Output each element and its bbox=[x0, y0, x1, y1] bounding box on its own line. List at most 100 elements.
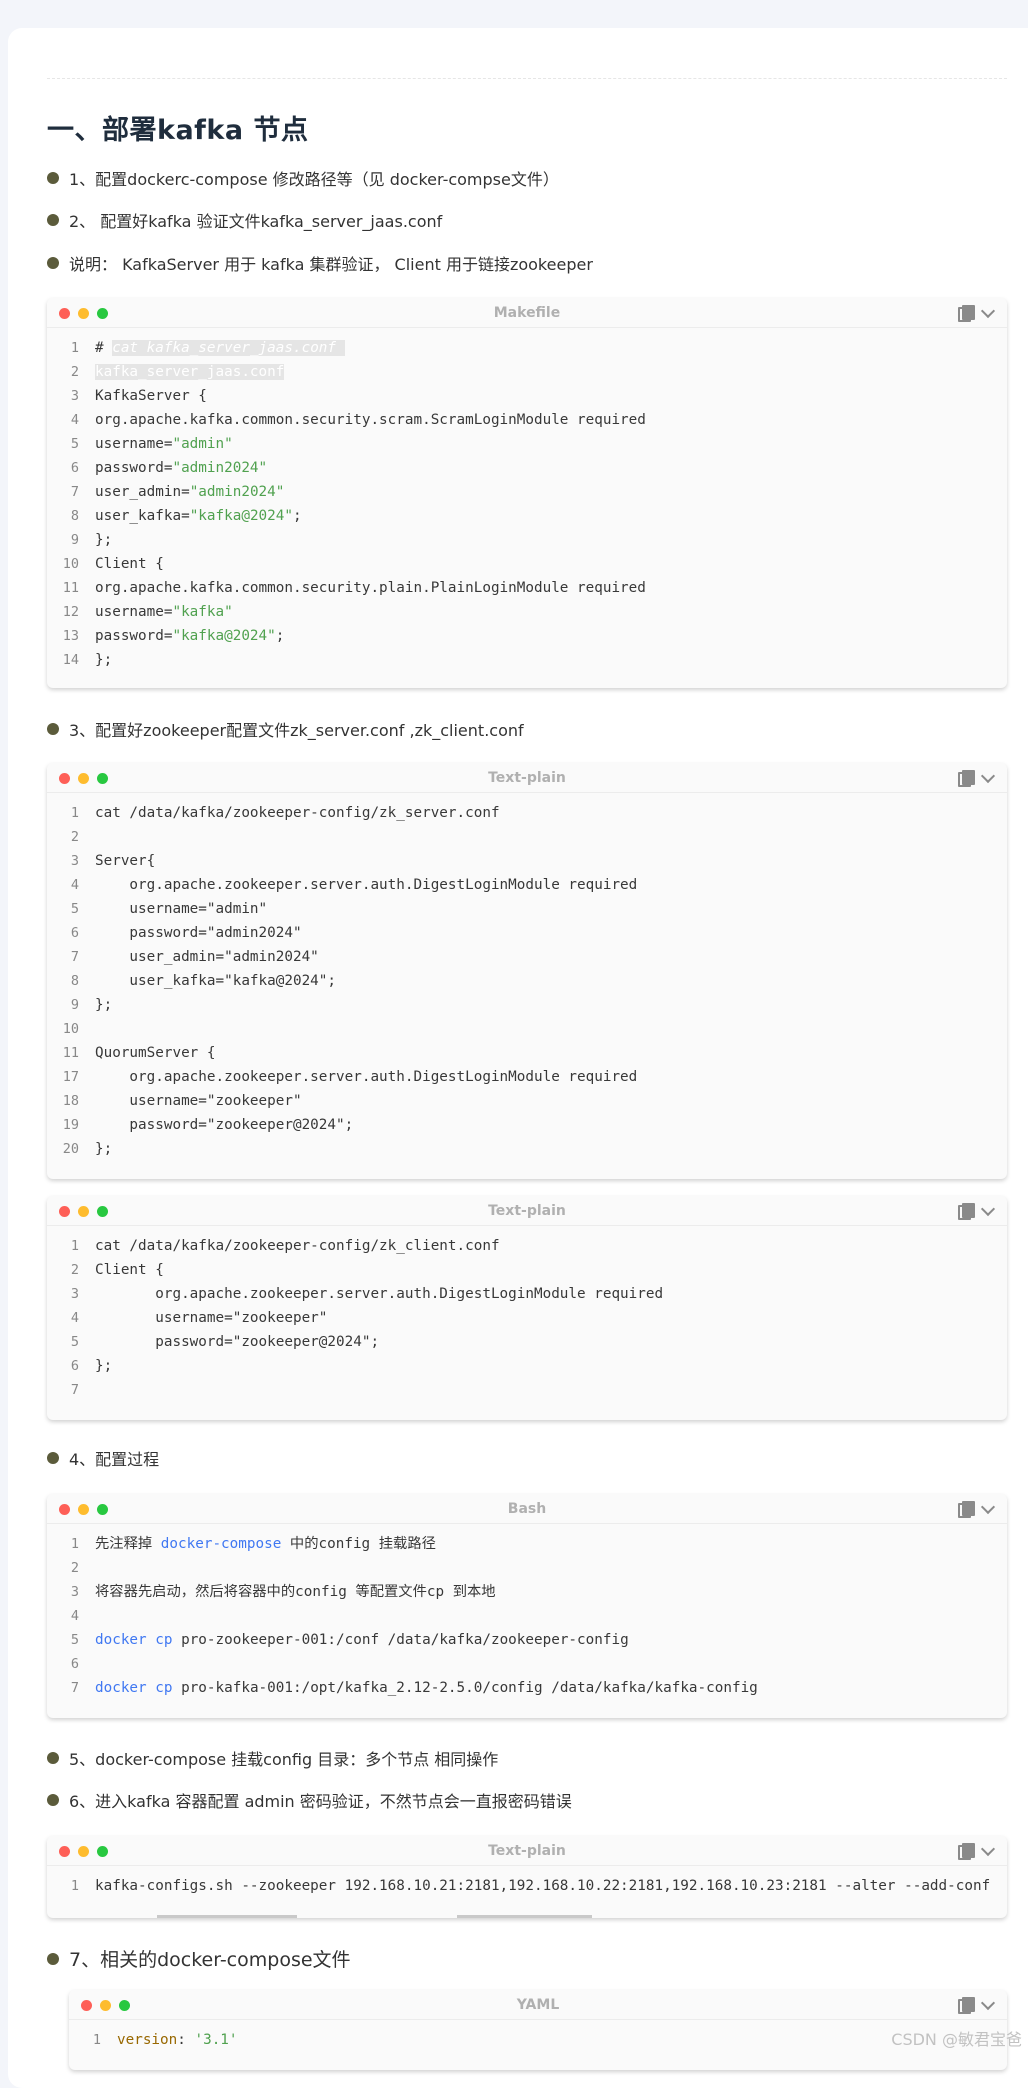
code-lines: 1 cat /data/kafka/zookeeper-config/zk_ser… bbox=[47, 793, 1007, 1161]
code-token: }; bbox=[95, 652, 113, 668]
code-line: 1 kafka-configs.sh --zookeeper 192.168.10… bbox=[47, 1874, 1007, 1898]
code-line: 4 org.apache.zookeeper.server.auth.Diges… bbox=[47, 873, 1007, 897]
code-token: password="zookeeper@2024"; bbox=[95, 1117, 354, 1133]
code-block-zk-client: Text-plain 1 cat /data/kafka/zookeeper-con… bbox=[47, 1196, 1007, 1420]
code-text: QuorumServer { bbox=[95, 1041, 216, 1065]
code-text: version: '3.1' bbox=[117, 2028, 238, 2052]
line-number: 6 bbox=[70, 1656, 79, 1672]
line-number: 8 bbox=[70, 973, 79, 989]
scrollbar-thumb[interactable] bbox=[457, 1915, 592, 1918]
copy-icon[interactable] bbox=[958, 1997, 975, 2014]
code-line: 10 Client { bbox=[47, 552, 1007, 576]
code-text: kafka-configs.sh --zookeeper 192.168.10.… bbox=[95, 1874, 990, 1898]
copy-icon[interactable] bbox=[958, 1501, 975, 1518]
code-block-header: Text-plain bbox=[47, 763, 1007, 793]
code-line: 2 bbox=[47, 1556, 1007, 1580]
copy-icon[interactable] bbox=[958, 1203, 975, 1220]
code-token: "admin2024" bbox=[189, 484, 285, 500]
code-text: user_admin="admin2024" bbox=[95, 945, 319, 969]
code-token: password="admin2024" bbox=[95, 925, 302, 941]
code-text: org.apache.kafka.common.security.scram.S… bbox=[95, 408, 646, 432]
code-token: username= bbox=[95, 436, 173, 452]
line-number: 3 bbox=[70, 1584, 79, 1600]
line-number: 6 bbox=[70, 460, 79, 476]
code-token: username="zookeeper" bbox=[95, 1310, 328, 1326]
code-token: docker-compose bbox=[160, 1536, 282, 1552]
code-token: "kafka" bbox=[172, 604, 233, 620]
line-number: 5 bbox=[70, 1632, 79, 1648]
code-line: 11 QuorumServer { bbox=[47, 1041, 1007, 1065]
code-line: 11 org.apache.kafka.common.security.plain… bbox=[47, 576, 1007, 600]
code-block-header: Text-plain bbox=[47, 1196, 1007, 1226]
code-line: 4 bbox=[47, 1604, 1007, 1628]
chevron-down-icon[interactable] bbox=[980, 768, 996, 783]
code-text: username="zookeeper" bbox=[95, 1089, 301, 1113]
line-number: 12 bbox=[62, 604, 79, 620]
line-number: 20 bbox=[62, 1141, 79, 1157]
code-line: 3 org.apache.zookeeper.server.auth.Diges… bbox=[47, 1282, 1007, 1306]
code-line: 3 KafkaServer { bbox=[47, 384, 1007, 408]
code-line: 1 cat /data/kafka/zookeeper-config/zk_cli… bbox=[47, 1234, 1007, 1258]
list-item: 7、相关的docker-compose文件 bbox=[47, 1945, 351, 1972]
line-number: 7 bbox=[70, 1680, 79, 1696]
copy-icon[interactable] bbox=[958, 305, 975, 322]
code-token: cp bbox=[155, 1632, 173, 1648]
horizontal-scrollbar[interactable] bbox=[47, 1914, 1007, 1918]
code-text: password="admin2024" bbox=[95, 921, 302, 945]
code-language-label: Text-plain bbox=[488, 770, 566, 786]
code-text: user_kafka="kafka@2024"; bbox=[95, 504, 302, 528]
code-text: password="zookeeper@2024"; bbox=[95, 1330, 379, 1354]
code-text: org.apache.kafka.common.security.plain.P… bbox=[95, 576, 646, 600]
code-line: 9}; bbox=[47, 528, 1007, 552]
divider bbox=[47, 78, 1007, 79]
code-text: username="admin" bbox=[95, 897, 267, 921]
code-line: 5 docker cp pro-zookeeper-001:/conf /data… bbox=[47, 1628, 1007, 1652]
chevron-down-icon[interactable] bbox=[980, 1201, 996, 1216]
code-block-header: Bash bbox=[47, 1494, 1007, 1524]
bullet-dot-icon bbox=[47, 723, 59, 735]
code-block-header: YAML bbox=[69, 1990, 1007, 2020]
line-number: 11 bbox=[62, 580, 79, 596]
copy-icon[interactable] bbox=[958, 1843, 975, 1860]
code-text: # cat kafka_server_jaas.conf bbox=[95, 336, 345, 360]
code-line: 7 user_admin="admin2024" bbox=[47, 480, 1007, 504]
code-token: }; bbox=[95, 1358, 113, 1374]
code-lines: 1 cat /data/kafka/zookeeper-config/zk_cli… bbox=[47, 1226, 1007, 1402]
code-line: 3 将容器先启动，然后将容器中的config 等配置文件cp 到本地 bbox=[47, 1580, 1007, 1604]
list-item: 2、 配置好kafka 验证文件kafka_server_jaas.conf bbox=[47, 208, 442, 232]
code-line: 5 username="admin" bbox=[47, 432, 1007, 456]
copy-icon[interactable] bbox=[958, 770, 975, 787]
code-line: 19 password="zookeeper@2024"; bbox=[47, 1113, 1007, 1137]
code-line: 20}; bbox=[47, 1137, 1007, 1161]
code-token: username= bbox=[95, 604, 173, 620]
code-text: Client { bbox=[95, 1258, 164, 1282]
code-token: version bbox=[117, 2032, 178, 2048]
code-text: password="kafka@2024"; bbox=[95, 624, 284, 648]
chevron-down-icon[interactable] bbox=[980, 303, 996, 318]
code-text: }; bbox=[95, 648, 112, 672]
code-text: org.apache.zookeeper.server.auth.DigestL… bbox=[95, 1065, 637, 1089]
line-number: 10 bbox=[62, 1021, 79, 1037]
chevron-down-icon[interactable] bbox=[980, 1499, 996, 1514]
code-block-bash: Bash 1 先注释掉 docker-compose 中的config 挂载路径 2 3… bbox=[47, 1494, 1007, 1718]
code-token: password= bbox=[95, 628, 173, 644]
code-text: password="admin2024" bbox=[95, 456, 267, 480]
code-token: user_admin="admin2024" bbox=[95, 949, 319, 965]
line-number: 10 bbox=[62, 556, 79, 572]
chevron-down-icon[interactable] bbox=[980, 1841, 996, 1856]
code-token: kafka-configs.sh --zookeeper 192.168.10.… bbox=[95, 1878, 991, 1894]
code-token: }; bbox=[95, 997, 113, 1013]
chevron-down-icon[interactable] bbox=[980, 1995, 996, 2010]
code-line: 7 bbox=[47, 1378, 1007, 1402]
line-number: 4 bbox=[70, 877, 79, 893]
scrollbar-thumb[interactable] bbox=[157, 1915, 297, 1918]
line-number: 13 bbox=[62, 628, 79, 644]
code-token: cat kafka_server_jaas.conf bbox=[112, 340, 345, 356]
code-token: Server{ bbox=[95, 853, 156, 869]
code-line: 6 bbox=[47, 1652, 1007, 1676]
list-item: 4、配置过程 bbox=[47, 1446, 159, 1470]
code-line: 13 password="kafka@2024"; bbox=[47, 624, 1007, 648]
line-number: 4 bbox=[70, 1608, 79, 1624]
code-text: }; bbox=[95, 1137, 112, 1161]
